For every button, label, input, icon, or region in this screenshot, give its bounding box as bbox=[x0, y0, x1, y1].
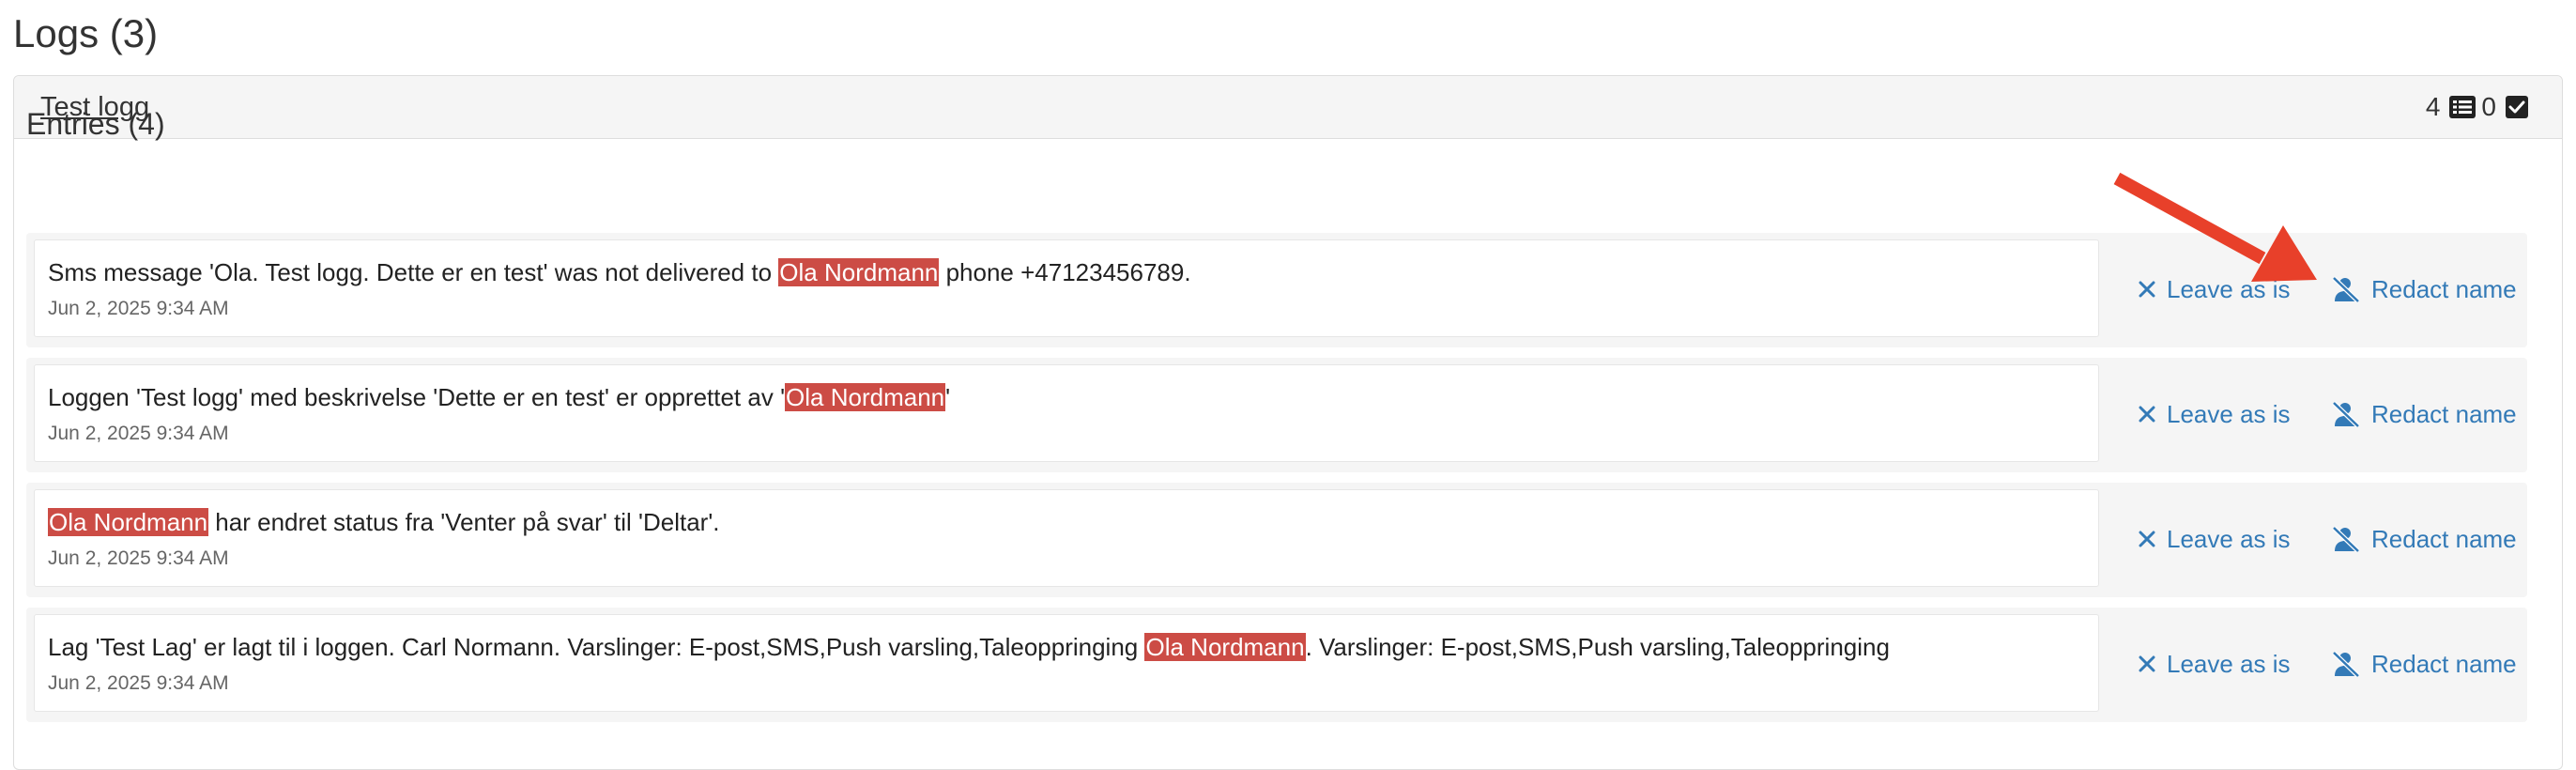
entry-timestamp: Jun 2, 2025 9:34 AM bbox=[48, 298, 229, 319]
redaction-highlight: Ola Nordmann bbox=[778, 258, 940, 286]
entry-content: Loggen 'Test logg' med beskrivelse 'Dett… bbox=[34, 364, 2099, 462]
entries-count: 4 bbox=[2425, 92, 2441, 121]
entry-row: Loggen 'Test logg' med beskrivelse 'Dett… bbox=[26, 358, 2527, 472]
entry-message: Lag 'Test Lag' er lagt til i loggen. Car… bbox=[48, 632, 1890, 662]
entry-row: Lag 'Test Lag' er lagt til i loggen. Car… bbox=[26, 608, 2527, 722]
redact-name-label: Redact name bbox=[2371, 400, 2517, 428]
redact-name-label: Redact name bbox=[2371, 650, 2517, 678]
user-slash-icon bbox=[2332, 401, 2360, 427]
entry-content: Lag 'Test Lag' er lagt til i loggen. Car… bbox=[34, 614, 2099, 712]
redact-name-label: Redact name bbox=[2371, 525, 2517, 553]
entry-row: Ola Nordmann har endret status fra 'Vent… bbox=[26, 483, 2527, 597]
entry-text-post: har endret status fra 'Venter på svar' t… bbox=[208, 508, 720, 536]
redact-name-label: Redact name bbox=[2371, 275, 2517, 303]
checked-count: 0 bbox=[2481, 92, 2496, 121]
leave-as-is-label: Leave as is bbox=[2167, 525, 2291, 553]
leave-as-is-label: Leave as is bbox=[2167, 650, 2291, 678]
redaction-highlight: Ola Nordmann bbox=[48, 508, 209, 536]
close-icon bbox=[2139, 655, 2155, 672]
redact-name-button[interactable]: Redact name bbox=[2332, 524, 2517, 554]
entry-timestamp: Jun 2, 2025 9:34 AM bbox=[48, 423, 229, 444]
annotation-arrow bbox=[2113, 172, 2317, 282]
entry-message: Ola Nordmann har endret status fra 'Vent… bbox=[48, 507, 720, 537]
entry-text-pre: Sms message 'Ola. Test logg. Dette er en… bbox=[48, 258, 779, 286]
log-panel-heading: Test logg 4 0 bbox=[14, 76, 2562, 139]
check-square-icon bbox=[2506, 96, 2528, 118]
user-slash-icon bbox=[2332, 526, 2360, 552]
close-icon bbox=[2139, 406, 2155, 423]
page-title: Logs (3) bbox=[13, 11, 159, 55]
leave-as-is-label: Leave as is bbox=[2167, 400, 2291, 428]
redaction-highlight: Ola Nordmann bbox=[785, 383, 946, 411]
entry-message: Sms message 'Ola. Test logg. Dette er en… bbox=[48, 257, 1191, 287]
entries-title: Entries (4) bbox=[26, 107, 165, 141]
leave-as-is-button[interactable]: Leave as is bbox=[2139, 399, 2291, 429]
entry-timestamp: Jun 2, 2025 9:34 AM bbox=[48, 672, 229, 694]
leave-as-is-button[interactable]: Leave as is bbox=[2139, 524, 2291, 554]
entry-text-post: ' bbox=[945, 383, 951, 411]
entry-message: Loggen 'Test logg' med beskrivelse 'Dett… bbox=[48, 382, 950, 412]
redaction-highlight: Ola Nordmann bbox=[1144, 633, 1306, 661]
user-slash-icon bbox=[2332, 651, 2360, 677]
entry-text-pre: Lag 'Test Lag' er lagt til i loggen. Car… bbox=[48, 633, 1145, 661]
leave-as-is-button[interactable]: Leave as is bbox=[2139, 649, 2291, 679]
entry-text-post: . Varslinger: E-post,SMS,Push varsling,T… bbox=[1305, 633, 1890, 661]
redact-name-button[interactable]: Redact name bbox=[2332, 274, 2517, 304]
entry-timestamp: Jun 2, 2025 9:34 AM bbox=[48, 547, 229, 569]
list-icon bbox=[2449, 96, 2476, 118]
entry-text-pre: Loggen 'Test logg' med beskrivelse 'Dett… bbox=[48, 383, 786, 411]
entry-content: Sms message 'Ola. Test logg. Dette er en… bbox=[34, 239, 2099, 337]
redact-name-button[interactable]: Redact name bbox=[2332, 649, 2517, 679]
entry-text-post: phone +47123456789. bbox=[939, 258, 1191, 286]
user-slash-icon bbox=[2332, 276, 2360, 302]
redact-name-button[interactable]: Redact name bbox=[2332, 399, 2517, 429]
entry-content: Ola Nordmann har endret status fra 'Vent… bbox=[34, 489, 2099, 587]
log-counts: 4 0 bbox=[2426, 91, 2534, 123]
close-icon bbox=[2139, 531, 2155, 547]
